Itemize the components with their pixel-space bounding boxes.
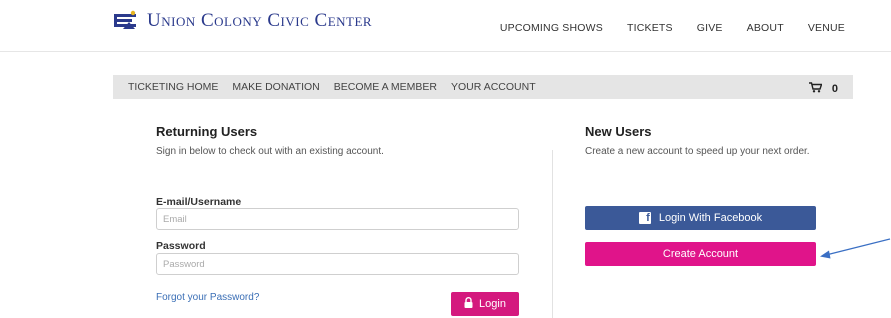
nav-venue[interactable]: VENUE (808, 22, 845, 34)
site-header: Union Colony Civic Center UPCOMING SHOWS… (0, 0, 891, 52)
site-logo[interactable]: Union Colony Civic Center (113, 10, 372, 32)
facebook-icon: f (638, 212, 651, 224)
returning-users-subtitle: Sign in below to check out with an exist… (156, 146, 384, 157)
create-account-button[interactable]: Create Account (585, 242, 816, 266)
returning-users-title: Returning Users (156, 124, 258, 139)
nav-give[interactable]: GIVE (697, 22, 723, 34)
create-account-label: Create Account (662, 248, 739, 260)
your-account-link[interactable]: YOUR ACCOUNT (451, 81, 536, 93)
cart-icon (808, 80, 823, 98)
logo-text: Union Colony Civic Center (147, 10, 373, 31)
arrow-left-icon (818, 236, 891, 269)
cart-button[interactable]: 0 (808, 80, 838, 98)
login-button[interactable]: Login (451, 292, 519, 316)
main-nav: UPCOMING SHOWS TICKETS GIVE ABOUT VENUE (476, 22, 845, 34)
new-users-subtitle: Create a new account to speed up your ne… (585, 146, 810, 157)
login-button-label: Login (479, 298, 506, 310)
forgot-password-link[interactable]: Forgot your Password? (156, 292, 259, 303)
become-member-link[interactable]: BECOME A MEMBER (334, 81, 437, 93)
nav-upcoming-shows[interactable]: UPCOMING SHOWS (500, 22, 603, 34)
make-donation-link[interactable]: MAKE DONATION (232, 81, 319, 93)
login-facebook-label: Login With Facebook (658, 212, 763, 224)
password-field[interactable] (156, 253, 519, 275)
logo-mark-icon (113, 10, 139, 32)
ticketing-bar: TICKETING HOME MAKE DONATION BECOME A ME… (113, 75, 853, 99)
nav-tickets[interactable]: TICKETS (627, 22, 673, 34)
returning-users-section: Returning Users Sign in below to check o… (156, 124, 520, 157)
column-divider (552, 150, 553, 318)
new-users-title: New Users (585, 124, 652, 139)
new-users-section: New Users Create a new account to speed … (585, 124, 835, 157)
password-label: Password (156, 240, 206, 252)
login-facebook-button[interactable]: f Login With Facebook (585, 206, 816, 230)
nav-about[interactable]: ABOUT (747, 22, 784, 34)
cart-count: 0 (831, 83, 838, 95)
ticketing-home-link[interactable]: TICKETING HOME (128, 81, 218, 93)
email-field[interactable] (156, 208, 519, 230)
email-label: E-mail/Username (156, 196, 242, 208)
lock-icon (464, 297, 473, 311)
